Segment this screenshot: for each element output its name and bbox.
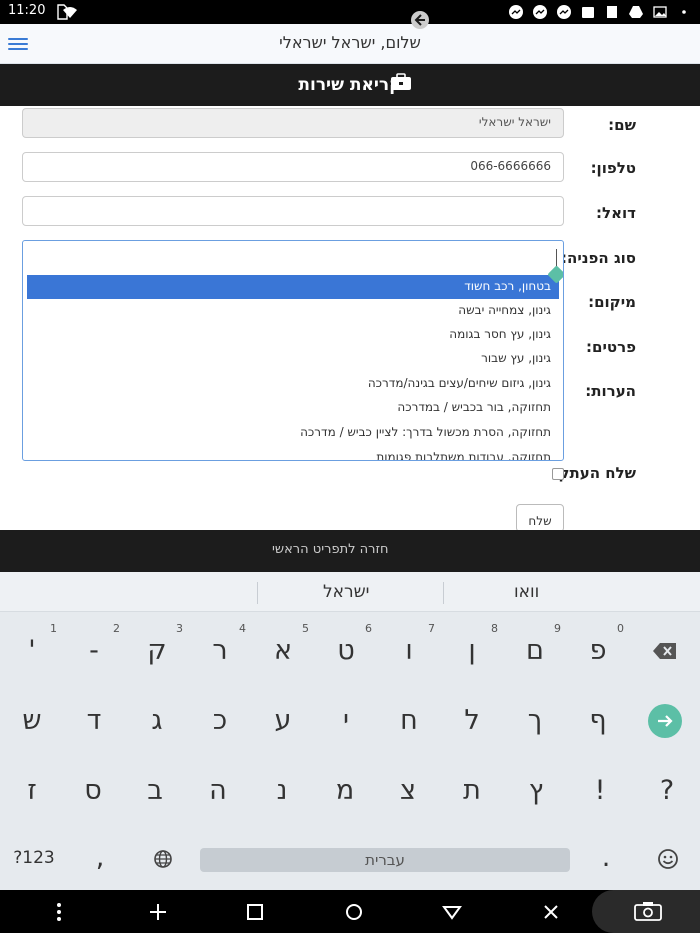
dropdown-option[interactable]: גינון, צמחייה יבשה bbox=[27, 299, 559, 323]
key[interactable]: ? bbox=[637, 760, 697, 822]
wifi-icon bbox=[63, 7, 77, 18]
on-screen-keyboard: וואו ישראל פ ם ן ו ט א ר ק - ' 0 9 8 7 6… bbox=[0, 572, 700, 890]
key-hint: 8 bbox=[491, 622, 498, 635]
key[interactable]: כ bbox=[190, 690, 250, 752]
key[interactable]: ל bbox=[442, 690, 502, 752]
request-type-dropdown[interactable]: בטחון, רכב חשוד גינון, צמחייה יבשה גינון… bbox=[22, 240, 564, 461]
key-hint: 1 bbox=[50, 622, 57, 635]
home-icon[interactable] bbox=[343, 901, 365, 923]
key-hint: 2 bbox=[113, 622, 120, 635]
dropdown-option[interactable]: גינון, עץ חסר בגומה bbox=[27, 323, 559, 347]
key[interactable]: ב bbox=[125, 760, 185, 822]
arrow-left-circle-icon[interactable] bbox=[410, 10, 430, 30]
drive-icon bbox=[629, 6, 643, 18]
key[interactable]: מ bbox=[315, 760, 375, 822]
image-icon bbox=[653, 6, 667, 18]
enter-key[interactable] bbox=[648, 704, 682, 738]
request-type-label: סוג הפניה: bbox=[561, 249, 636, 267]
key[interactable]: ת bbox=[442, 760, 502, 822]
dropdown-option[interactable]: גינון, עץ שבור bbox=[27, 347, 559, 371]
comma-key[interactable]: , bbox=[70, 827, 130, 889]
system-navigation-bar bbox=[0, 890, 700, 933]
send-button[interactable]: שלח bbox=[516, 504, 564, 530]
briefcase-icon bbox=[391, 73, 411, 90]
details-label: פרטים: bbox=[586, 338, 636, 356]
key[interactable]: ז bbox=[2, 760, 62, 822]
dropdown-option[interactable]: גינון, גיזום שיחים/עצים בגינה/מדרכה bbox=[27, 372, 559, 396]
key[interactable]: ש bbox=[2, 690, 62, 752]
symbols-key[interactable]: ?123 bbox=[4, 827, 64, 889]
key[interactable]: י bbox=[316, 690, 376, 752]
camera-icon bbox=[634, 902, 662, 921]
email-field[interactable] bbox=[22, 196, 564, 226]
backspace-icon[interactable] bbox=[652, 642, 678, 660]
key[interactable]: ע bbox=[253, 690, 313, 752]
text-cursor bbox=[556, 249, 557, 267]
name-label: שם: bbox=[608, 116, 636, 134]
back-to-main-menu-link[interactable]: חזרה לתפריט הראשי bbox=[272, 542, 388, 557]
key-hint: 7 bbox=[428, 622, 435, 635]
name-field: ישראל ישראלי bbox=[22, 108, 564, 138]
key[interactable]: ה bbox=[188, 760, 248, 822]
file-icon bbox=[607, 6, 617, 18]
suggestion-divider bbox=[443, 582, 444, 604]
notes-label: הערות: bbox=[585, 382, 636, 400]
send-copy-label: שלח העתק: bbox=[552, 464, 636, 482]
back-to-menu-bar[interactable]: חזרה לתפריט הראשי bbox=[0, 530, 700, 572]
key-hint: 9 bbox=[554, 622, 561, 635]
app-header: שלום, ישראל ישראלי bbox=[0, 24, 700, 64]
suggestion-item[interactable]: וואו bbox=[514, 582, 539, 602]
key-hint: 6 bbox=[365, 622, 372, 635]
key[interactable]: ! bbox=[570, 760, 630, 822]
calendar-icon bbox=[582, 7, 594, 18]
more-notifications-icon bbox=[682, 10, 686, 14]
phone-field[interactable]: 066-6666666 bbox=[22, 152, 564, 182]
space-key[interactable]: עברית bbox=[200, 848, 570, 872]
key-hint: 5 bbox=[302, 622, 309, 635]
key-hint: 3 bbox=[176, 622, 183, 635]
emoji-icon[interactable] bbox=[657, 848, 679, 870]
page-title: קריאת שירות bbox=[298, 75, 402, 95]
dropdown-option[interactable]: תחזוקה, הסרת מכשול בדרך: לציין כביש / מד… bbox=[27, 421, 559, 445]
plus-icon[interactable] bbox=[147, 901, 169, 923]
dropdown-option[interactable]: תחזוקה, בור בכביש / במדרכה bbox=[27, 396, 559, 420]
key[interactable]: ג bbox=[127, 690, 187, 752]
messenger-icon bbox=[533, 5, 547, 19]
key[interactable]: ף bbox=[568, 690, 628, 752]
back-icon[interactable] bbox=[441, 901, 463, 923]
email-label: דואל: bbox=[596, 204, 636, 222]
period-key[interactable]: . bbox=[576, 827, 636, 889]
key[interactable]: נ bbox=[252, 760, 312, 822]
key[interactable]: צ bbox=[378, 760, 438, 822]
suggestion-divider bbox=[257, 582, 258, 604]
key-hint: 4 bbox=[239, 622, 246, 635]
more-vertical-icon[interactable] bbox=[48, 901, 70, 923]
key[interactable]: ך bbox=[505, 690, 565, 752]
arrow-right-icon bbox=[658, 715, 673, 727]
messenger-icon bbox=[557, 5, 571, 19]
page-title-bar: קריאת שירות bbox=[0, 64, 700, 106]
key-hint: 0 bbox=[617, 622, 624, 635]
key[interactable]: ץ bbox=[506, 760, 566, 822]
send-copy-checkbox[interactable] bbox=[552, 468, 564, 480]
status-bar: 11:20 bbox=[0, 0, 700, 24]
suggestion-item[interactable]: ישראל bbox=[323, 582, 369, 602]
dropdown-option[interactable]: בטחון, רכב חשוד bbox=[27, 275, 559, 299]
dropdown-search-input[interactable] bbox=[26, 244, 560, 272]
key[interactable]: ד bbox=[64, 690, 124, 752]
greeting-text: שלום, ישראל ישראלי bbox=[279, 33, 421, 52]
dropdown-option[interactable]: תחזוקה, עבודות משתלבות פגומות bbox=[27, 446, 559, 460]
service-request-form: שם: ישראל ישראלי טלפון: 066-6666666 דואל… bbox=[0, 106, 700, 530]
status-time: 11:20 bbox=[8, 3, 46, 18]
key[interactable]: ח bbox=[379, 690, 439, 752]
messenger-icon bbox=[509, 5, 523, 19]
location-label: מיקום: bbox=[588, 293, 636, 311]
screenshot-button[interactable] bbox=[592, 890, 700, 933]
key[interactable]: ס bbox=[63, 760, 123, 822]
recent-apps-icon[interactable] bbox=[244, 901, 266, 923]
suggestion-strip: וואו ישראל bbox=[0, 572, 700, 612]
close-icon[interactable] bbox=[540, 901, 562, 923]
globe-icon[interactable] bbox=[153, 849, 173, 869]
phone-label: טלפון: bbox=[590, 159, 636, 177]
